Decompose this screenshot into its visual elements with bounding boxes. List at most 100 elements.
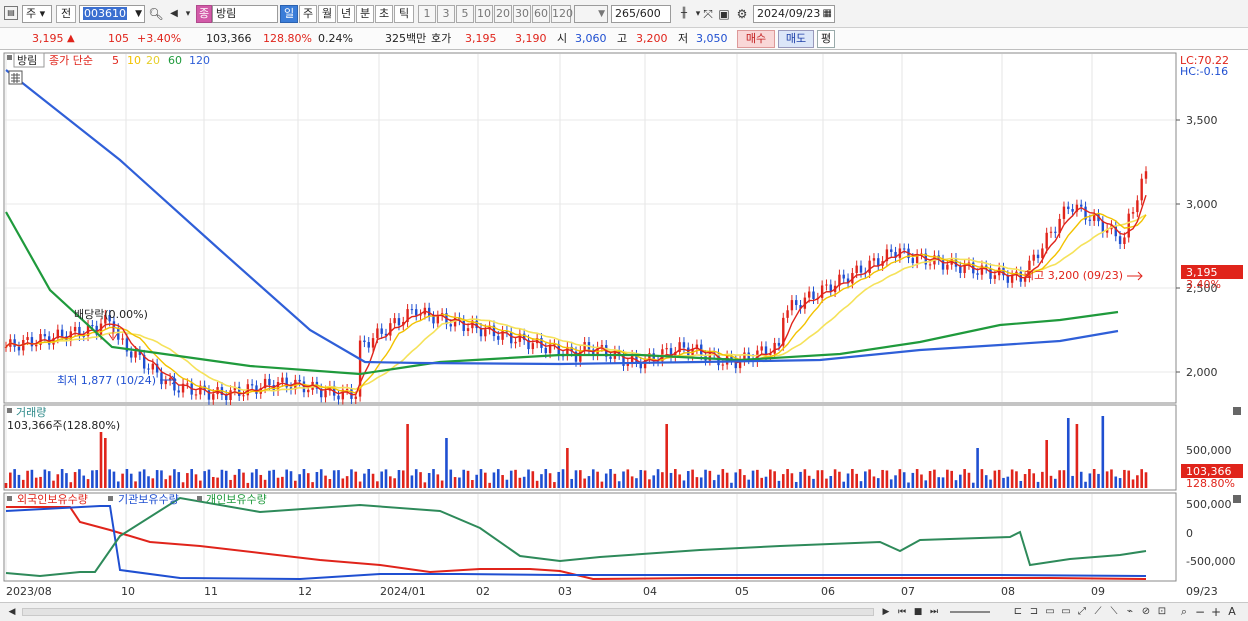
chart-tool-icon-6[interactable]: ⟋ bbox=[1090, 604, 1106, 620]
data-count-field[interactable]: 265/600 bbox=[611, 5, 671, 23]
chart-tool-icon-7[interactable]: ⟍ bbox=[1106, 604, 1122, 620]
period-year-button[interactable]: 년 bbox=[337, 5, 355, 23]
volume-bar bbox=[1084, 481, 1087, 488]
legend-individual: 개인보유수량 bbox=[206, 493, 267, 506]
chart-scrollbar[interactable]: ◀ ▶ ⏮ ■ ⏭ ⊏ ⊐ ▭ ▭ ⤢ ⟋ ⟍ ⌁ ⊘ ⊡ ⌕ − + A bbox=[0, 602, 1248, 621]
volume-panel-close-icon[interactable] bbox=[1233, 407, 1241, 415]
volume-bar bbox=[946, 469, 949, 488]
period-tick-button[interactable]: 틱 bbox=[394, 5, 414, 23]
current-pct-label: 3.40% bbox=[1186, 278, 1221, 291]
zoom-slider[interactable] bbox=[950, 611, 990, 613]
interval-5-button[interactable]: 5 bbox=[456, 5, 474, 23]
stop-icon[interactable]: ■ bbox=[910, 604, 926, 620]
volume-bar bbox=[311, 482, 314, 488]
volume-bar bbox=[773, 471, 776, 488]
volume-bar bbox=[233, 474, 237, 488]
period-day-button[interactable]: 일 bbox=[280, 5, 298, 23]
stock-name-field[interactable]: 방림 bbox=[212, 5, 278, 23]
candle-body bbox=[1049, 231, 1053, 233]
volume-panel-handle-icon[interactable] bbox=[7, 408, 12, 413]
chart-tool-icon-1[interactable]: ⊏ bbox=[1010, 604, 1026, 620]
holding-panel-close-icon[interactable] bbox=[1233, 495, 1241, 503]
volume-bar bbox=[1088, 473, 1092, 488]
volume-bar bbox=[708, 470, 712, 488]
volume-bar bbox=[721, 469, 725, 488]
sell-button[interactable]: 매도 bbox=[778, 30, 814, 48]
interval-1-button[interactable]: 1 bbox=[418, 5, 436, 23]
scroll-left-icon[interactable]: ◀ bbox=[4, 604, 20, 620]
volume-bar bbox=[544, 469, 548, 488]
zoom-in-icon[interactable]: + bbox=[1208, 604, 1224, 620]
volume-bar bbox=[319, 469, 323, 488]
volume-bar bbox=[816, 470, 820, 488]
interval-30-button[interactable]: 30 bbox=[513, 5, 531, 23]
volume-bar bbox=[695, 477, 699, 488]
chart-tool-icon-10[interactable]: ⊡ bbox=[1154, 604, 1170, 620]
volume-bar bbox=[272, 469, 276, 488]
candle-body bbox=[13, 339, 16, 347]
zoom-search-icon[interactable]: ⌕ bbox=[1176, 604, 1192, 620]
period-minute-button[interactable]: 분 bbox=[356, 5, 374, 23]
legend-individual-handle-icon[interactable] bbox=[197, 496, 202, 501]
volume-bar bbox=[686, 471, 690, 488]
chart-tool-icon-3[interactable]: ▭ bbox=[1042, 604, 1058, 620]
custom-interval-select[interactable]: ▼ bbox=[574, 5, 608, 23]
volume-bar bbox=[1041, 471, 1044, 488]
fast-forward-icon[interactable]: ⏭ bbox=[926, 604, 942, 620]
period-month-button[interactable]: 월 bbox=[318, 5, 336, 23]
code-input[interactable]: 003610 ▼ bbox=[79, 5, 145, 23]
chart-tool-icon-9[interactable]: ⊘ bbox=[1138, 604, 1154, 620]
save-icon[interactable]: ▣ bbox=[716, 6, 732, 22]
gear-icon[interactable]: ⚙ bbox=[734, 6, 750, 22]
code-dropdown-icon[interactable]: ▼ bbox=[135, 6, 142, 22]
search-icon[interactable]: 🔍︎ bbox=[148, 6, 164, 22]
turnover-rate: 0.24% bbox=[318, 32, 353, 45]
candle-body bbox=[91, 325, 94, 327]
interval-60-button[interactable]: 60 bbox=[532, 5, 550, 23]
volume-bar bbox=[194, 474, 198, 488]
scroll-track[interactable] bbox=[22, 608, 874, 616]
window-menu-icon[interactable]: ▤ bbox=[4, 6, 18, 20]
chart-tool-icon-8[interactable]: ⌁ bbox=[1122, 604, 1138, 620]
prev-button[interactable]: 전 bbox=[56, 5, 76, 23]
dropdown-icon[interactable]: ▾ bbox=[180, 6, 196, 22]
market-select[interactable]: 주 ▾ bbox=[22, 5, 52, 23]
volume-bar bbox=[915, 469, 919, 488]
volume-bar bbox=[881, 469, 884, 488]
volume-bar bbox=[626, 469, 630, 488]
x-axis-label: 05 bbox=[735, 585, 749, 598]
period-week-button[interactable]: 주 bbox=[299, 5, 317, 23]
buy-button[interactable]: 매수 bbox=[737, 30, 775, 48]
data-count-value: 265 bbox=[615, 7, 636, 20]
candle-body bbox=[147, 368, 150, 370]
volume-bar bbox=[747, 479, 751, 488]
interval-3-button[interactable]: 3 bbox=[437, 5, 455, 23]
scroll-right-icon[interactable]: ▶ bbox=[878, 604, 894, 620]
interval-10-button[interactable]: 10 bbox=[475, 5, 493, 23]
stock-chart[interactable]: 5,5005,0004,5004,0003,5003,0002,5002,000… bbox=[0, 50, 1248, 606]
candle-body bbox=[877, 258, 880, 266]
period-second-button[interactable]: 초 bbox=[375, 5, 393, 23]
candle-body bbox=[825, 284, 828, 286]
chart-tool-icon-4[interactable]: ▭ bbox=[1058, 604, 1074, 620]
trade-amount: 325백만 bbox=[385, 32, 427, 45]
volume-bar bbox=[838, 471, 841, 488]
calendar-icon[interactable]: ▦ bbox=[823, 6, 832, 22]
font-size-icon[interactable]: A bbox=[1224, 604, 1240, 620]
legend-foreign: 외국인보유수량 bbox=[17, 493, 88, 506]
crosshair-icon[interactable]: ⤧ bbox=[700, 6, 716, 22]
holding-panel-handle-icon[interactable] bbox=[7, 496, 12, 501]
interval-120-button[interactable]: 120 bbox=[551, 5, 573, 23]
interval-20-button[interactable]: 20 bbox=[494, 5, 512, 23]
chart-tool-icon-2[interactable]: ⊐ bbox=[1026, 604, 1042, 620]
panel-handle-icon[interactable] bbox=[7, 55, 12, 60]
evaluate-button[interactable]: 평 bbox=[817, 30, 835, 48]
rewind-icon[interactable]: ⏮ bbox=[894, 604, 910, 620]
zoom-out-icon[interactable]: − bbox=[1192, 604, 1208, 620]
chart-tool-icon-5[interactable]: ⤢ bbox=[1074, 604, 1090, 620]
candle-body bbox=[354, 396, 357, 399]
legend-institution-handle-icon[interactable] bbox=[108, 496, 113, 501]
candle-body bbox=[229, 390, 232, 400]
date-field[interactable]: 2024/09/23 ▦ bbox=[753, 5, 835, 23]
volume-bar bbox=[69, 482, 73, 488]
